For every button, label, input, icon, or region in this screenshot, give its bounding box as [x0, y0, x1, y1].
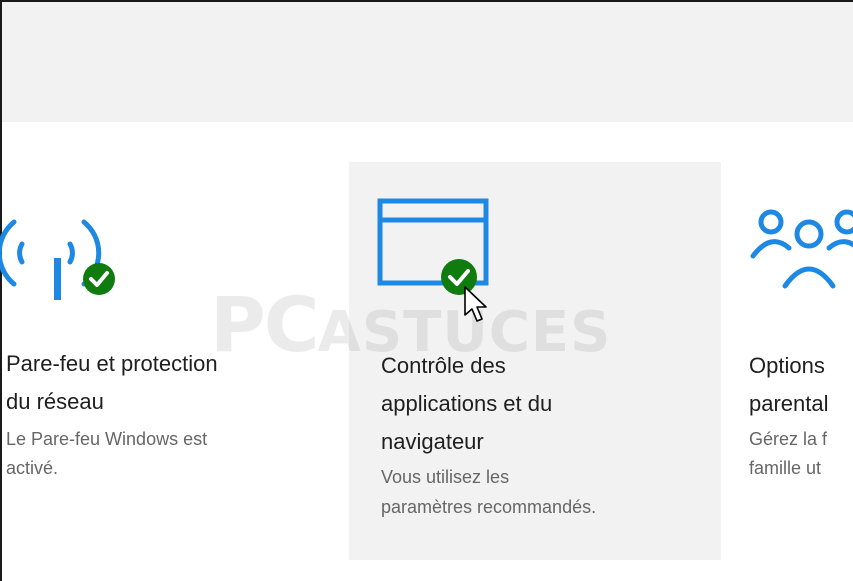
- checkmark-badge-icon: [83, 263, 115, 295]
- tile-firewall-desc-line1: Le Pare-feu Windows est: [6, 429, 208, 449]
- tile-family-desc-line1: Gérez la f: [749, 429, 828, 449]
- tile-family-title-line2: parental: [749, 391, 829, 416]
- tile-firewall-title-line1: Pare-feu et protection: [6, 351, 218, 376]
- tile-app-browser-title-line2: applications et du: [381, 391, 553, 416]
- tile-family-options[interactable]: Options parental Gérez la f famille ut: [735, 162, 853, 560]
- tile-app-browser-desc-line2: paramètres recommandés.: [381, 497, 597, 517]
- tile-app-browser-control[interactable]: Contrôle des applications et du navigate…: [349, 162, 721, 560]
- tile-firewall[interactable]: Pare-feu et protection du réseau Le Pare…: [0, 162, 320, 560]
- tile-app-browser-title-line3: navigateur: [381, 429, 484, 454]
- tile-firewall-title-line2: du réseau: [6, 389, 104, 414]
- family-people-icon: [750, 209, 853, 289]
- tile-family-desc-line2: famille ut: [749, 458, 822, 478]
- tile-firewall-desc-line2: activé.: [6, 458, 59, 478]
- mouse-pointer-icon: [464, 286, 487, 322]
- tile-app-browser-title-line1: Contrôle des: [381, 353, 506, 378]
- tile-app-browser-desc-line1: Vous utilisez les: [381, 467, 510, 487]
- tile-family-title-line1: Options: [749, 353, 825, 378]
- security-center-window: Pare-feu et protection du réseau Le Pare…: [0, 0, 853, 581]
- header-band: [2, 2, 853, 122]
